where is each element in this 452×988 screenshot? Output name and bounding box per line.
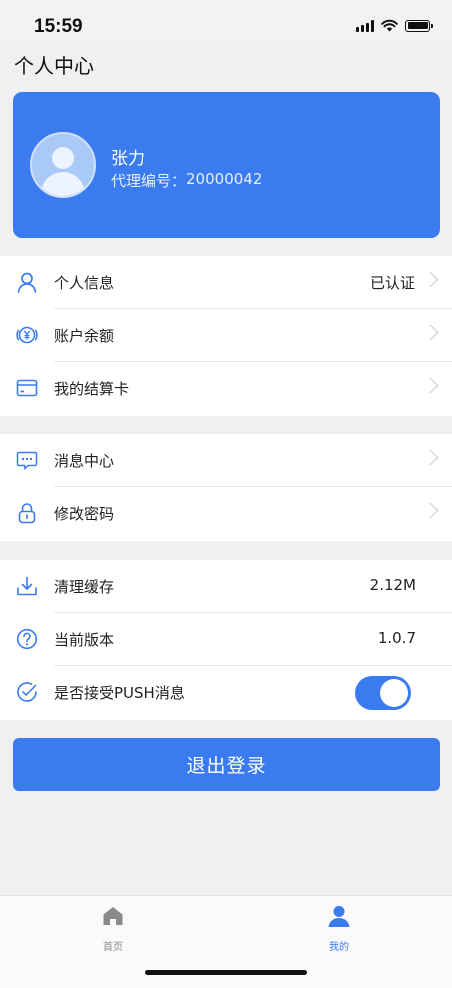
row-label: 修改密码 <box>54 505 115 523</box>
tab-label: 我的 <box>329 942 349 953</box>
chevron-right-icon <box>422 324 439 341</box>
row-label: 是否接受PUSH消息 <box>54 684 185 702</box>
help-icon <box>16 628 38 650</box>
page-title: 个人中心 <box>14 54 94 78</box>
row-change-password[interactable]: 修改密码 <box>0 487 452 540</box>
row-message-center[interactable]: 消息中心 <box>0 434 452 487</box>
row-label: 我的结算卡 <box>54 380 130 398</box>
chevron-right-icon <box>422 449 439 466</box>
card-icon <box>16 379 38 397</box>
settings-group-security: 消息中心 修改密码 <box>0 434 452 541</box>
row-label: 消息中心 <box>54 452 115 470</box>
tab-home[interactable]: 首页 <box>83 904 143 953</box>
agent-id-label: 代理编号： <box>111 172 187 190</box>
wifi-icon <box>381 19 398 32</box>
row-account-balance[interactable]: 账户余额 <box>0 309 452 362</box>
home-indicator <box>145 970 307 975</box>
logout-button[interactable]: 退出登录 <box>13 738 440 791</box>
row-push-messages[interactable]: 是否接受PUSH消息 <box>0 666 452 719</box>
row-label: 个人信息 <box>54 274 115 292</box>
settings-group-app: 清理缓存 2.12M 当前版本 1.0.7 是否接受PUSH消息 <box>0 560 452 720</box>
push-toggle[interactable] <box>355 676 411 710</box>
row-label: 账户余额 <box>54 327 115 345</box>
verified-status: 已认证 <box>369 274 415 292</box>
chevron-right-icon <box>422 271 439 288</box>
check-circle-icon <box>17 682 37 702</box>
signal-icon <box>356 19 374 32</box>
chevron-right-icon <box>422 502 439 519</box>
user-icon <box>17 272 37 293</box>
message-icon <box>16 451 38 471</box>
cache-size: 2.12M <box>369 576 416 594</box>
download-icon <box>17 576 37 596</box>
row-settlement-card[interactable]: 我的结算卡 <box>0 362 452 415</box>
battery-icon <box>405 19 433 32</box>
tab-mine[interactable]: 我的 <box>309 904 369 953</box>
yuan-coin-icon <box>16 326 38 344</box>
agent-id-value: 20000042 <box>186 170 263 188</box>
status-time: 15:59 <box>34 16 83 37</box>
settings-group-account: 个人信息 已认证 账户余额 我的结算卡 <box>0 256 452 416</box>
home-icon <box>103 907 123 925</box>
row-clear-cache[interactable]: 清理缓存 2.12M <box>0 560 452 613</box>
profile-card[interactable]: 张力 代理编号： 20000042 <box>13 92 440 238</box>
lock-icon <box>18 503 36 524</box>
version-number: 1.0.7 <box>377 629 416 647</box>
row-label: 清理缓存 <box>54 578 115 596</box>
person-icon <box>328 906 350 927</box>
status-bar: 15:59 <box>0 0 452 44</box>
tab-label: 首页 <box>103 942 123 953</box>
row-label: 当前版本 <box>54 631 115 649</box>
agent-id-row: 代理编号： 20000042 <box>111 170 262 191</box>
status-icons <box>356 19 433 32</box>
profile-name: 张力 <box>111 149 145 169</box>
chevron-right-icon <box>422 377 439 394</box>
row-personal-info[interactable]: 个人信息 已认证 <box>0 256 452 309</box>
row-current-version[interactable]: 当前版本 1.0.7 <box>0 613 452 666</box>
avatar[interactable] <box>30 132 96 198</box>
